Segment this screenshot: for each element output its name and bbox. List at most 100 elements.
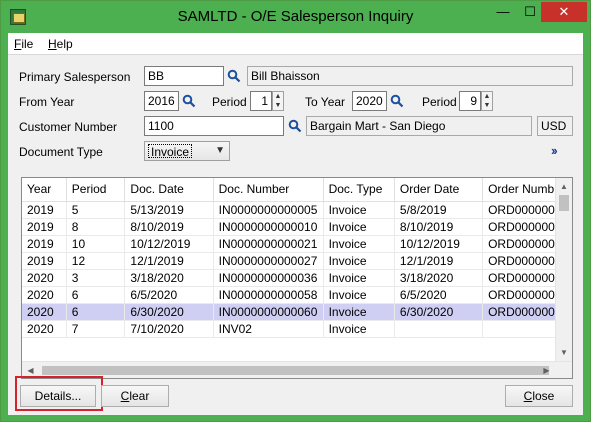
scroll-right-icon[interactable]: ▶ xyxy=(538,362,555,378)
spin-up-icon[interactable]: ▲ xyxy=(273,92,283,101)
salesperson-finder-icon[interactable] xyxy=(227,69,241,83)
cell-doc-type: Invoice xyxy=(323,201,395,219)
cell-order-date xyxy=(394,320,484,338)
cell-period: 7 xyxy=(66,320,126,338)
column-header-doc-number[interactable]: Doc. Number xyxy=(213,178,324,202)
cell-order-date: 6/30/2020 xyxy=(394,303,484,321)
file-label: ile xyxy=(21,37,34,51)
cell-year: 2020 xyxy=(22,269,67,287)
cell-doc-date: 6/30/2020 xyxy=(124,303,214,321)
from-year-finder-icon[interactable] xyxy=(182,94,196,108)
from-year-label: From Year xyxy=(19,95,75,109)
table-row-selected[interactable]: 2020 6 6/30/2020 IN0000000000060 Invoice 6/30… xyxy=(22,303,572,321)
to-year-label: To Year xyxy=(305,95,346,109)
cell-year: 2019 xyxy=(22,201,67,219)
document-type-label: Document Type xyxy=(19,145,103,159)
spin-up-icon[interactable]: ▲ xyxy=(482,92,492,101)
primary-salesperson-input[interactable]: BB xyxy=(144,66,224,86)
table-row[interactable]: 2019 8 8/10/2019 IN0000000000010 Invoice 8/10… xyxy=(22,218,572,236)
to-period-spinner[interactable]: ▲ ▼ xyxy=(481,91,493,111)
client-area: File Help Primary Salesperson BB Bill Bh… xyxy=(8,33,583,415)
cell-period: 8 xyxy=(66,218,126,236)
help-label: elp xyxy=(56,37,73,51)
table-row[interactable]: 2020 7 7/10/2020 INV02 Invoice xyxy=(22,320,572,338)
spin-down-icon[interactable]: ▼ xyxy=(273,101,283,110)
cell-doc-date: 12/1/2019 xyxy=(124,252,214,270)
menu-file[interactable]: File xyxy=(14,37,33,51)
grid-header-row: Year Period Doc. Date Doc. Number Doc. T… xyxy=(22,178,572,202)
cell-doc-type: Invoice xyxy=(323,252,395,270)
details-button[interactable]: Details... xyxy=(20,385,96,407)
cell-period: 5 xyxy=(66,201,126,219)
cell-period: 10 xyxy=(66,235,126,253)
cell-doc-number: IN0000000000005 xyxy=(213,201,324,219)
clear-button[interactable]: Clear xyxy=(101,385,169,407)
table-row[interactable]: 2019 12 12/1/2019 IN0000000000027 Invoice 12/… xyxy=(22,252,572,270)
horizontal-scrollbar[interactable]: ◀ ▶ xyxy=(22,361,572,378)
close-button[interactable]: Close xyxy=(505,385,573,407)
cell-year: 2020 xyxy=(22,320,67,338)
scroll-up-icon[interactable]: ▲ xyxy=(556,178,572,195)
cell-year: 2020 xyxy=(22,286,67,304)
maximize-button[interactable]: ☐ xyxy=(517,2,543,22)
currency-field: USD xyxy=(537,116,573,136)
cell-doc-type: Invoice xyxy=(323,235,395,253)
cell-doc-number: IN0000000000027 xyxy=(213,252,324,270)
cell-doc-number: IN0000000000060 xyxy=(213,303,324,321)
cell-doc-type: Invoice xyxy=(323,303,395,321)
cell-doc-number: INV02 xyxy=(213,320,324,338)
cell-doc-date: 5/13/2019 xyxy=(124,201,214,219)
cell-doc-date: 7/10/2020 xyxy=(124,320,214,338)
cell-doc-number: IN0000000000058 xyxy=(213,286,324,304)
customer-finder-icon[interactable] xyxy=(288,119,302,133)
cell-doc-type: Invoice xyxy=(323,286,395,304)
menu-bar: File Help xyxy=(8,33,583,55)
column-header-doc-type[interactable]: Doc. Type xyxy=(323,178,395,202)
title-bar[interactable]: SAMLTD - O/E Salesperson Inquiry — ☐ ✕ xyxy=(1,1,590,33)
spin-down-icon[interactable]: ▼ xyxy=(482,101,492,110)
from-period-spinner[interactable]: ▲ ▼ xyxy=(272,91,284,111)
column-header-year[interactable]: Year xyxy=(22,178,67,202)
document-type-select[interactable]: Invoice ▼ xyxy=(144,141,230,161)
to-year-input[interactable]: 2020 xyxy=(352,91,387,111)
column-header-doc-date[interactable]: Doc. Date xyxy=(124,178,214,202)
cell-period: 3 xyxy=(66,269,126,287)
vertical-scrollbar[interactable]: ▲ ▼ xyxy=(555,178,572,361)
window: SAMLTD - O/E Salesperson Inquiry — ☐ ✕ F… xyxy=(0,0,591,422)
cell-period: 6 xyxy=(66,303,126,321)
cell-year: 2019 xyxy=(22,235,67,253)
to-period-label: Period xyxy=(422,95,457,109)
menu-help[interactable]: Help xyxy=(48,37,73,51)
double-chevron-right-icon[interactable]: ›› xyxy=(551,143,558,158)
scroll-down-icon[interactable]: ▼ xyxy=(556,344,572,361)
column-header-order-date[interactable]: Order Date xyxy=(394,178,484,202)
help-mnemonic: H xyxy=(48,37,57,51)
table-row[interactable]: 2020 6 6/5/2020 IN0000000000058 Invoice 6/5/2… xyxy=(22,286,572,304)
column-header-period[interactable]: Period xyxy=(66,178,126,202)
to-year-finder-icon[interactable] xyxy=(390,94,404,108)
cell-doc-number: IN0000000000010 xyxy=(213,218,324,236)
cell-year: 2019 xyxy=(22,218,67,236)
from-period-input[interactable]: 1 xyxy=(250,91,272,111)
horizontal-scroll-thumb[interactable] xyxy=(42,366,549,375)
table-row[interactable]: 2020 3 3/18/2020 IN0000000000036 Invoice 3/18… xyxy=(22,269,572,287)
cell-order-date: 10/12/2019 xyxy=(394,235,484,253)
cell-period: 12 xyxy=(66,252,126,270)
cell-order-date: 5/8/2019 xyxy=(394,201,484,219)
close-label: lose xyxy=(532,389,555,403)
table-row[interactable]: 2019 10 10/12/2019 IN0000000000021 Invoice 10… xyxy=(22,235,572,253)
cell-doc-type: Invoice xyxy=(323,218,395,236)
clear-label: lear xyxy=(129,389,150,403)
table-row[interactable]: 2019 5 5/13/2019 IN0000000000005 Invoice 5/8/… xyxy=(22,201,572,219)
document-type-value: Invoice xyxy=(148,144,193,159)
cell-doc-date: 10/12/2019 xyxy=(124,235,214,253)
from-year-input[interactable]: 2016 xyxy=(144,91,179,111)
customer-number-label: Customer Number xyxy=(19,120,118,134)
to-period-input[interactable]: 9 xyxy=(459,91,481,111)
cell-order-date: 3/18/2020 xyxy=(394,269,484,287)
cell-doc-date: 3/18/2020 xyxy=(124,269,214,287)
close-window-button[interactable]: ✕ xyxy=(541,2,587,22)
vertical-scroll-thumb[interactable] xyxy=(559,195,569,211)
minimize-button[interactable]: — xyxy=(490,2,516,22)
customer-number-input[interactable]: 1100 xyxy=(144,116,284,136)
